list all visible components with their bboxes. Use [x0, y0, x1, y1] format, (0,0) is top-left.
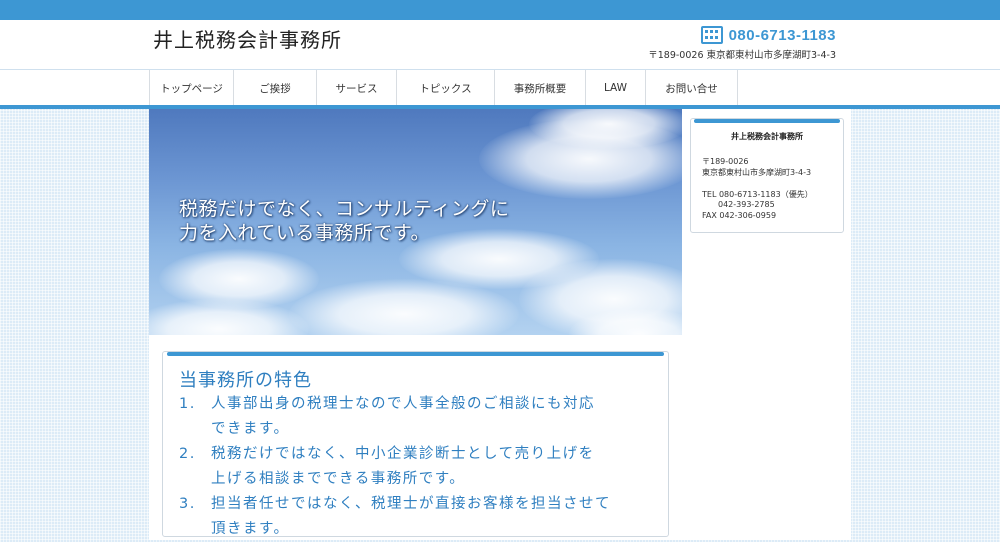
header-address: 〒189-0026 東京都東村山市多摩湖町3-4-3 [648, 50, 836, 61]
features-top-bar [167, 352, 664, 356]
nav-item-service[interactable]: サービス [316, 70, 396, 111]
nav-item-top[interactable]: トップページ [149, 70, 233, 111]
sidebar-tel[interactable]: TEL 080-6713-1183（優先） [702, 189, 813, 200]
sidebar-address: 東京都東村山市多摩湖町3-4-3 [702, 168, 812, 177]
cloud-shape [149, 299, 309, 335]
feature-item: 2. 税務だけではなく、中小企業診断士として売り上げを [179, 446, 595, 462]
phone-contact: 080-6713-1183 [700, 26, 836, 44]
nav-list: トップページ ご挨拶 サービス トピックス 事務所概要 LAW お問い合せ [149, 70, 738, 111]
building-phone-icon [700, 26, 723, 44]
features-list: 1. 人事部出身の税理士なので人事全般のご相談にも対応 できます。 2. 税務だけで… [179, 392, 651, 542]
nav-item-law[interactable]: LAW [585, 70, 645, 111]
sidebar-contact-box: 井上税務会計事務所 〒189-0026 東京都東村山市多摩湖町3-4-3 TEL… [690, 118, 844, 233]
site-title[interactable]: 井上税務会計事務所 [153, 24, 342, 53]
hero-banner: 税務だけでなく、コンサルティングに 力を入れている事務所です。 [149, 109, 682, 335]
nav-item-office[interactable]: 事務所概要 [494, 70, 585, 111]
feature-item: 3. 担当者任せではなく、税理士が直接お客様を担当させて [179, 496, 611, 512]
sidebar-title: 井上税務会計事務所 [731, 132, 803, 141]
features-title: 当事務所の特色 [179, 370, 312, 391]
sidebar-tel2[interactable]: 042-393-2785 [718, 200, 775, 209]
features-box: 当事務所の特色 1. 人事部出身の税理士なので人事全般のご相談にも対応 できます。… [162, 351, 669, 537]
header: 井上税務会計事務所 080-6713-1183 〒189-0026 東京都東村山… [0, 20, 1000, 69]
content-area: 税務だけでなく、コンサルティングに 力を入れている事務所です。 当事務所の特色 … [149, 109, 851, 540]
hero-catchphrase: 税務だけでなく、コンサルティングに 力を入れている事務所です。 [179, 198, 510, 244]
sidebar-fax: FAX 042-306-0959 [702, 211, 777, 220]
feature-item-cont: 上げる相談までできる事務所です。 [211, 471, 466, 487]
main-nav: トップページ ご挨拶 サービス トピックス 事務所概要 LAW お問い合せ [0, 69, 1000, 111]
nav-item-greeting[interactable]: ご挨拶 [233, 70, 316, 111]
feature-item-cont: 頂きます。 [211, 521, 290, 537]
feature-item: 1. 人事部出身の税理士なので人事全般のご相談にも対応 [179, 396, 595, 412]
nav-item-contact[interactable]: お問い合せ [645, 70, 738, 111]
sidebar-top-bar [694, 119, 840, 123]
feature-item-cont: できます。 [211, 421, 290, 437]
nav-item-topics[interactable]: トピックス [396, 70, 494, 111]
top-accent-bar [0, 0, 1000, 20]
header-phone-number[interactable]: 080-6713-1183 [729, 27, 836, 44]
sidebar-postal: 〒189-0026 [702, 157, 749, 166]
